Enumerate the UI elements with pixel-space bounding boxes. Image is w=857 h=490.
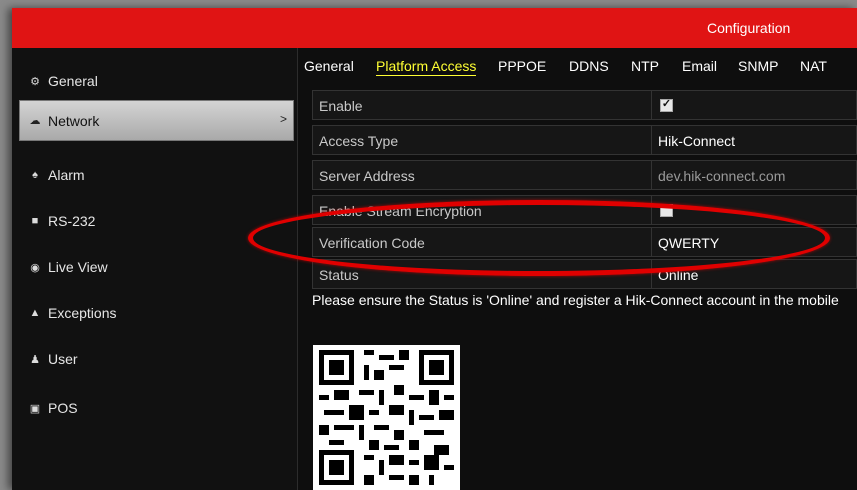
tab-nat[interactable]: NAT (800, 58, 827, 74)
enable-checkbox[interactable]: ✓ (660, 98, 673, 112)
verification-code-row: Verification Code QWERTY (312, 227, 857, 257)
sidebar-item-general[interactable]: ⚙ General (20, 61, 293, 101)
tab-platform-access[interactable]: Platform Access (376, 58, 477, 76)
app-window: Configuration ⚙ General ☁ Network > ♠ Al… (12, 8, 857, 490)
row-separator (651, 161, 652, 189)
qr-code (313, 345, 460, 490)
verification-code-label: Verification Code (319, 235, 425, 251)
stream-encryption-checkbox[interactable] (660, 204, 673, 217)
status-value: Online (658, 267, 699, 283)
tab-pppoe[interactable]: PPPOE (498, 58, 546, 74)
status-label: Status (319, 267, 359, 283)
warning-icon: ▲ (29, 307, 41, 319)
chevron-right-icon: > (279, 112, 287, 126)
sidebar-item-label: Network (48, 112, 100, 129)
instruction-text: Please ensure the Status is 'Online' and… (312, 292, 839, 308)
sidebar-item-label: User (48, 351, 78, 367)
sidebar-item-alarm[interactable]: ♠ Alarm (20, 155, 293, 195)
status-row: Status Online (312, 259, 857, 289)
sidebar-item-label: POS (48, 400, 78, 416)
stream-encryption-row: Enable Stream Encryption (312, 195, 857, 225)
sidebar-item-rs232[interactable]: ■ RS-232 (20, 201, 293, 241)
gear-icon: ⚙ (30, 75, 40, 88)
title-bar: Configuration (12, 8, 857, 48)
sidebar-item-label: Alarm (48, 167, 85, 183)
row-separator (651, 91, 652, 119)
row-separator (651, 196, 652, 224)
stream-encryption-label: Enable Stream Encryption (319, 203, 482, 219)
sidebar-item-label: RS-232 (48, 213, 96, 229)
users-icon: ♟ (30, 353, 40, 366)
access-type-label: Access Type (319, 133, 399, 149)
verification-code-field[interactable]: QWERTY (658, 235, 719, 251)
server-address-label: Server Address (319, 168, 415, 184)
eye-icon: ◉ (30, 261, 40, 274)
alarm-icon: ♠ (32, 169, 38, 181)
sidebar-item-live-view[interactable]: ◉ Live View (20, 247, 293, 287)
server-address-field[interactable]: dev.hik-connect.com (658, 168, 785, 184)
access-type-select[interactable]: Hik-Connect (658, 133, 735, 149)
sidebar-item-exceptions[interactable]: ▲ Exceptions (20, 293, 293, 333)
sidebar-item-label: General (48, 73, 98, 89)
check-icon: ✓ (661, 98, 672, 110)
access-type-row: Access Type Hik-Connect (312, 125, 857, 155)
rs232-icon: ■ (31, 215, 39, 227)
row-separator (651, 126, 652, 154)
enable-label: Enable (319, 98, 363, 114)
row-separator (651, 228, 652, 256)
tab-snmp[interactable]: SNMP (738, 58, 778, 74)
pos-icon: ▣ (29, 402, 41, 415)
row-separator (651, 260, 652, 288)
tab-ddns[interactable]: DDNS (569, 58, 609, 74)
tab-ntp[interactable]: NTP (631, 58, 659, 74)
sidebar-item-label: Live View (48, 259, 108, 275)
sidebar-item-user[interactable]: ♟ User (20, 339, 293, 379)
sidebar-item-pos[interactable]: ▣ POS (20, 388, 293, 428)
tab-general[interactable]: General (304, 58, 354, 74)
tab-bar: General Platform Access PPPOE DDNS NTP E… (302, 50, 857, 80)
sidebar: ⚙ General ☁ Network > ♠ Alarm ■ RS-232 ◉… (12, 48, 297, 490)
server-address-row: Server Address dev.hik-connect.com (312, 160, 857, 190)
network-icon: ☁ (29, 115, 41, 127)
sidebar-item-label: Exceptions (48, 305, 117, 321)
sidebar-item-network[interactable]: ☁ Network > (19, 100, 294, 141)
window-title: Configuration (707, 20, 791, 36)
enable-row: Enable ✓ (312, 90, 857, 120)
tab-email[interactable]: Email (682, 58, 717, 74)
sidebar-divider (297, 48, 298, 490)
